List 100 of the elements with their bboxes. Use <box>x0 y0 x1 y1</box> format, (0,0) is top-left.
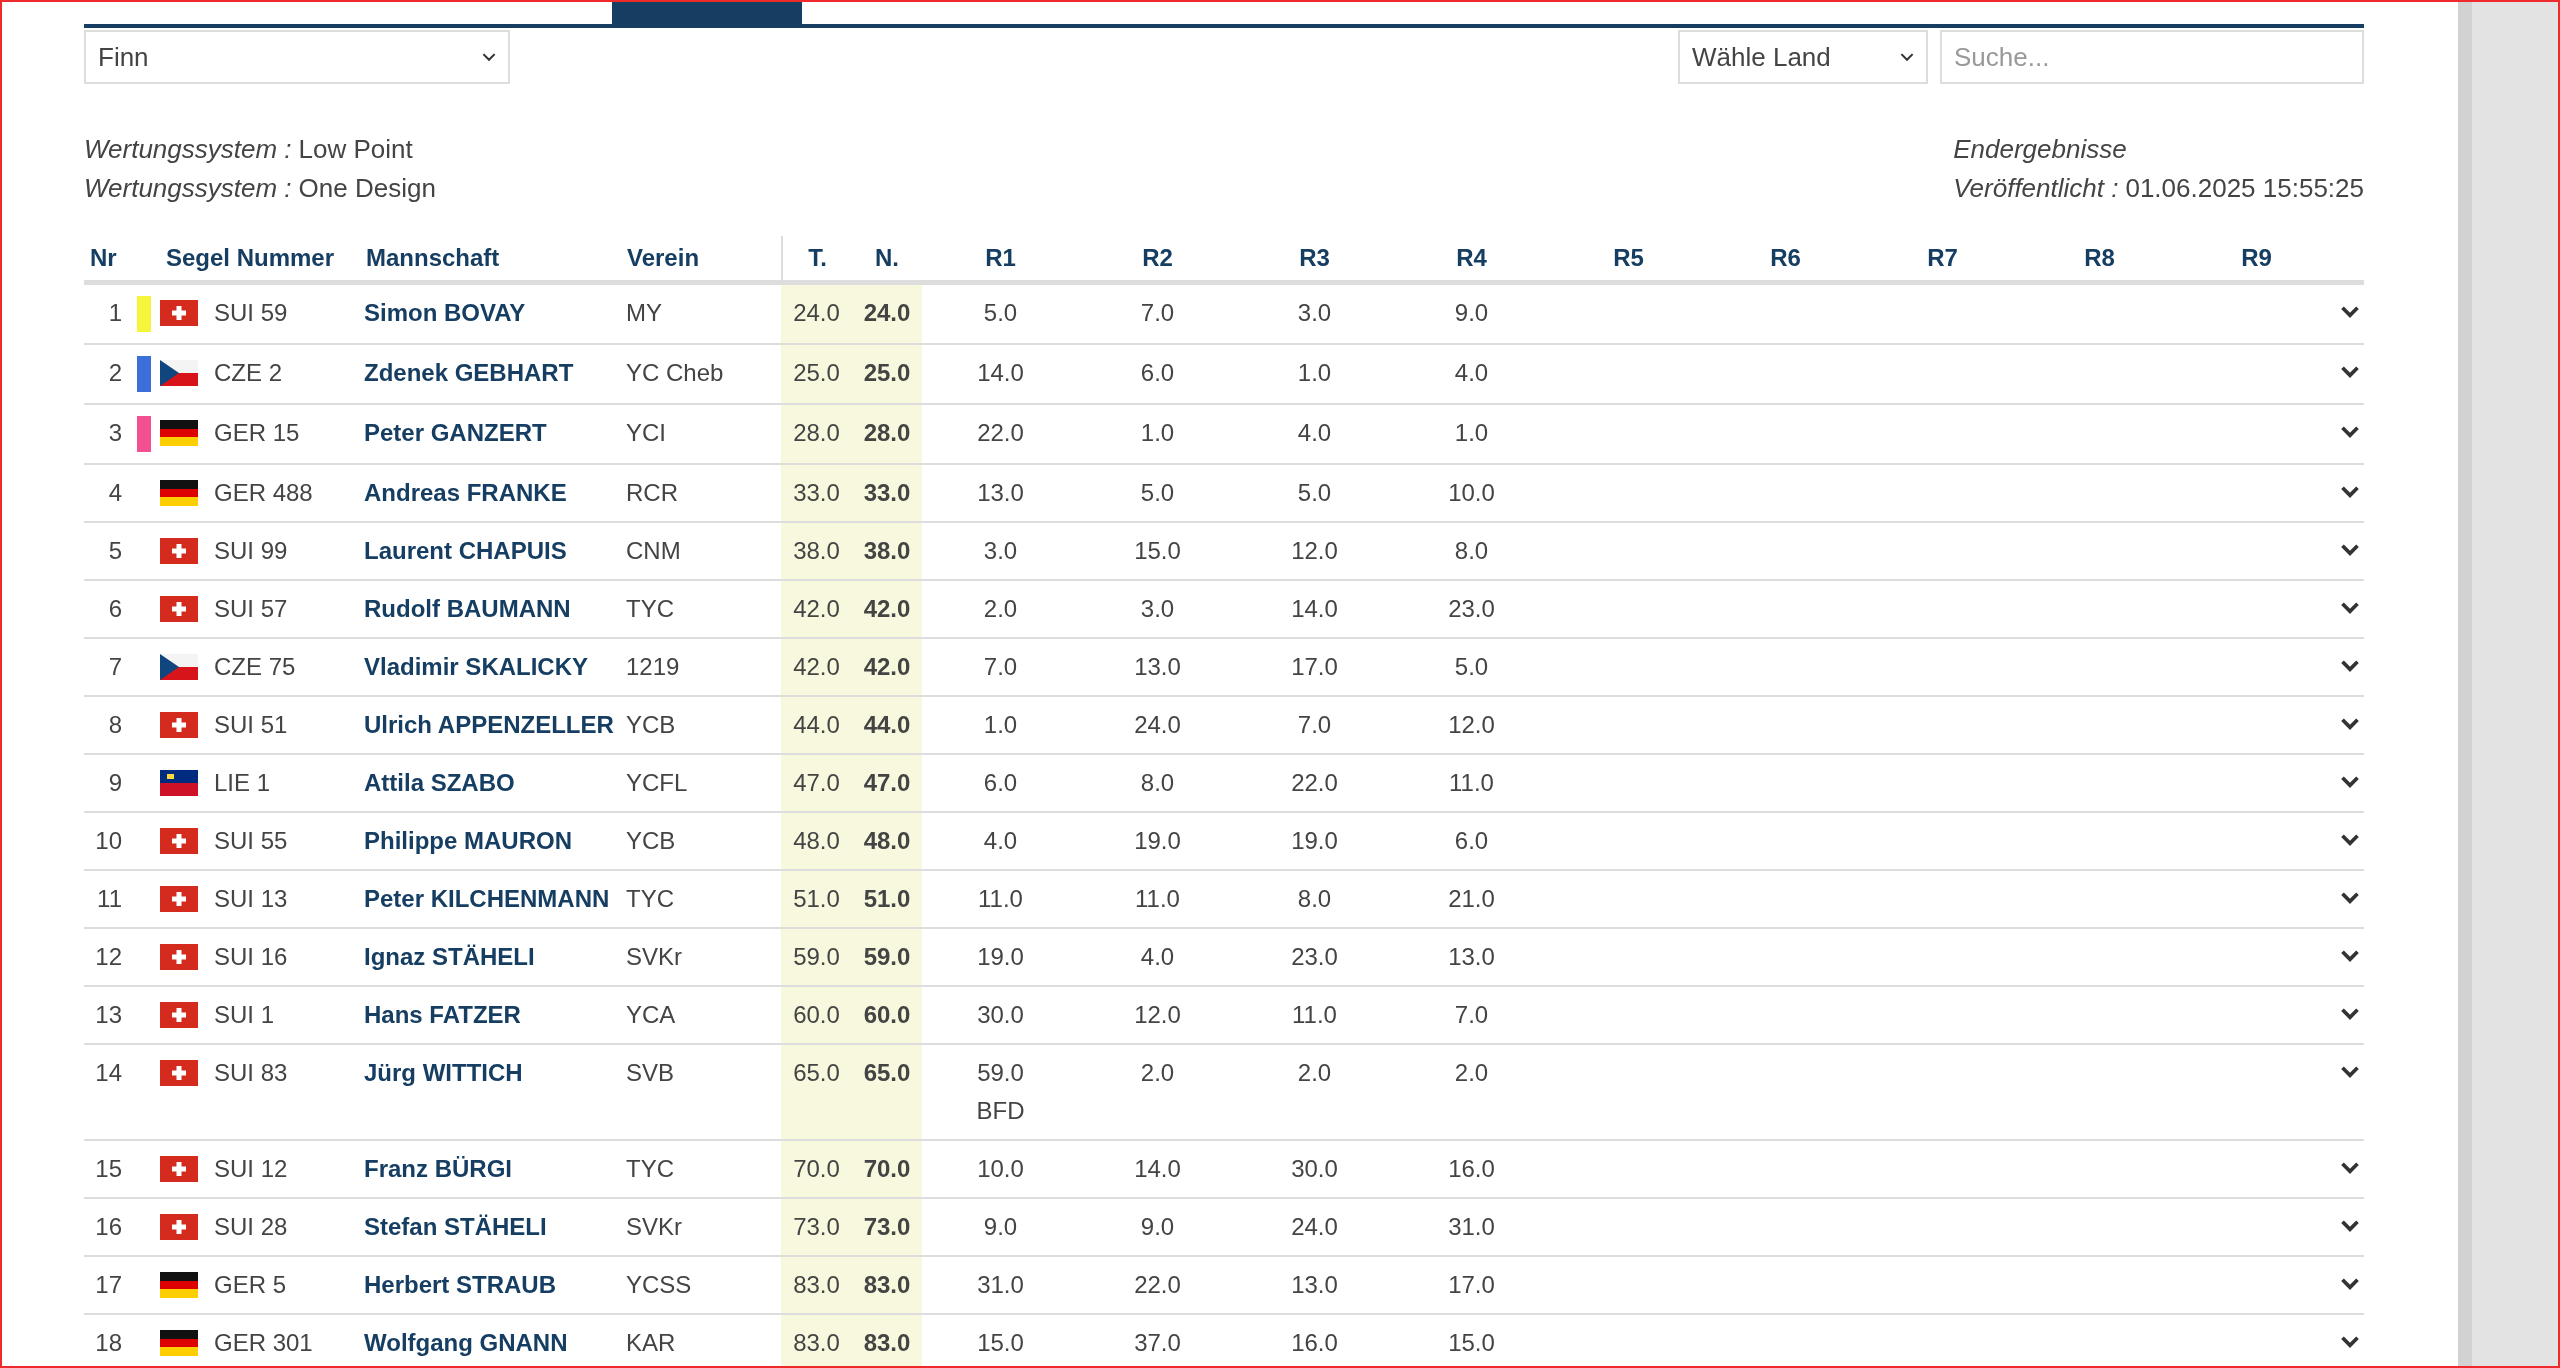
info-value: Low Point <box>298 133 413 166</box>
net-cell: 65.0 <box>852 1045 922 1139</box>
race-score: 6.0 <box>983 769 1018 797</box>
sailor-name-link[interactable]: Rudolf BAUMANN <box>360 581 622 637</box>
total-cell: 42.0 <box>781 581 852 637</box>
net-cell: 33.0 <box>852 465 922 521</box>
expand-chevron-icon[interactable] <box>2339 833 2360 846</box>
sailor-name-link[interactable]: Peter GANZERT <box>360 405 622 463</box>
expand-chevron-icon[interactable] <box>2339 365 2360 378</box>
expand-chevron-icon[interactable] <box>2339 543 2360 556</box>
expand-chevron-icon[interactable] <box>2339 1161 2360 1174</box>
race-score: 12.0 <box>1448 711 1495 739</box>
expand-chevron-icon[interactable] <box>2339 425 2360 438</box>
net-cell: 42.0 <box>852 581 922 637</box>
race-score: 14.0 <box>1134 1155 1181 1183</box>
race-score: 2.0 <box>983 595 1018 623</box>
sailor-name-link[interactable]: Herbert STRAUB <box>360 1257 622 1313</box>
total-cell: 59.0 <box>781 929 852 985</box>
race-score: 15.0 <box>977 1329 1024 1357</box>
race-score: 24.0 <box>1134 711 1181 739</box>
sailor-name-link[interactable]: Hans FATZER <box>360 987 622 1043</box>
net-cell: 83.0 <box>852 1257 922 1313</box>
sailor-name-link[interactable]: Laurent CHAPUIS <box>360 523 622 579</box>
race-score: 13.0 <box>1291 1271 1338 1299</box>
expand-chevron-icon[interactable] <box>2339 305 2360 318</box>
race-score: 13.0 <box>977 479 1024 507</box>
flag-icon <box>160 596 198 622</box>
race-score: 7.0 <box>1454 1001 1489 1029</box>
info-label: Wertungssystem : <box>84 133 292 166</box>
race-score: 23.0 <box>1291 943 1338 971</box>
race-score: 5.0 <box>1297 479 1332 507</box>
column-header: T. <box>781 236 852 280</box>
expand-chevron-icon[interactable] <box>2339 775 2360 788</box>
expand-chevron-icon[interactable] <box>2339 891 2360 904</box>
race-score: 3.0 <box>1140 595 1175 623</box>
rank-cell-text: 3 <box>107 418 123 448</box>
sailor-name-link[interactable]: Wolfgang GNANN <box>360 1315 622 1366</box>
net-cell: 70.0 <box>852 1141 922 1197</box>
race-score: 5.0 <box>1140 479 1175 507</box>
total-cell: 48.0 <box>781 813 852 869</box>
sailor-name-link[interactable]: Peter KILCHENMANN <box>360 871 622 927</box>
total-cell: 51.0 <box>781 871 852 927</box>
race-score: 19.0 <box>1134 827 1181 855</box>
race-score: 7.0 <box>983 653 1018 681</box>
expand-chevron-icon[interactable] <box>2339 1335 2360 1348</box>
race-score: 59.0 <box>977 1059 1024 1087</box>
total-cell: 83.0 <box>781 1257 852 1313</box>
expand-chevron-icon[interactable] <box>2339 1007 2360 1020</box>
club-cell-text: MY <box>625 298 663 328</box>
expand-chevron-icon[interactable] <box>2339 485 2360 498</box>
expand-chevron-icon[interactable] <box>2339 1065 2360 1078</box>
column-header: Mannschaft <box>365 243 501 273</box>
expand-chevron-icon[interactable] <box>2339 949 2360 962</box>
race-score: 5.0 <box>1454 653 1489 681</box>
sailor-name-link[interactable]: Philippe MAURON <box>360 813 622 869</box>
search-field[interactable]: Suche... <box>1940 30 2364 84</box>
net-cell: 48.0 <box>852 813 922 869</box>
flag-icon <box>160 1002 198 1028</box>
flag-icon <box>160 360 198 386</box>
race-score: 3.0 <box>983 537 1018 565</box>
rank-cell-text: 1 <box>107 298 123 328</box>
expand-chevron-icon[interactable] <box>2339 659 2360 672</box>
column-header: R8 <box>2083 243 2116 273</box>
sailor-name-link[interactable]: Ignaz STÄHELI <box>360 929 622 985</box>
sailor-name-link[interactable]: Jürg WITTICH <box>360 1045 622 1139</box>
sailor-name-link[interactable]: Ulrich APPENZELLER <box>360 697 622 753</box>
sailor-name-link[interactable]: Zdenek GEBHART <box>360 345 622 403</box>
expand-chevron-icon[interactable] <box>2339 601 2360 614</box>
sailor-name-link[interactable]: Vladimir SKALICKY <box>360 639 622 695</box>
race-score: 30.0 <box>977 1001 1024 1029</box>
flag-icon <box>160 1214 198 1240</box>
club-cell-text: YCA <box>625 1000 677 1030</box>
sail-number-cell-text: GER 488 <box>213 478 314 508</box>
expand-chevron-icon[interactable] <box>2339 1277 2360 1290</box>
expand-chevron-icon[interactable] <box>2339 717 2360 730</box>
column-header: R7 <box>1926 243 1959 273</box>
club-cell-text: YCFL <box>625 768 689 798</box>
total-cell: 38.0 <box>781 523 852 579</box>
club-cell-text: YCSS <box>625 1270 693 1300</box>
expand-chevron-icon[interactable] <box>2339 1219 2360 1232</box>
penalty-code: BFD <box>976 1097 1025 1125</box>
total-cell: 60.0 <box>781 987 852 1043</box>
rank-cell-text: 2 <box>107 358 123 388</box>
rank-cell-text: 5 <box>107 536 123 566</box>
race-score: 4.0 <box>983 827 1018 855</box>
sailor-name-link[interactable]: Attila SZABO <box>360 755 622 811</box>
sailor-name-link[interactable]: Stefan STÄHELI <box>360 1199 622 1255</box>
sailor-name-link[interactable]: Simon BOVAY <box>360 285 622 343</box>
country-select[interactable]: Wähle Land <box>1678 30 1928 84</box>
race-score: 13.0 <box>1134 653 1181 681</box>
sailor-name-link[interactable]: Andreas FRANKE <box>360 465 622 521</box>
flag-icon <box>160 828 198 854</box>
sail-number-cell-text: SUI 12 <box>213 1154 289 1184</box>
sail-number-cell-text: CZE 2 <box>213 358 283 388</box>
result-status: Endergebnisse <box>1953 133 2127 166</box>
club-cell-text: TYC <box>625 594 675 624</box>
flag-icon <box>160 1060 198 1086</box>
sailor-name-link[interactable]: Franz BÜRGI <box>360 1141 622 1197</box>
class-select[interactable]: Finn <box>84 30 510 84</box>
race-score: 7.0 <box>1140 299 1175 327</box>
